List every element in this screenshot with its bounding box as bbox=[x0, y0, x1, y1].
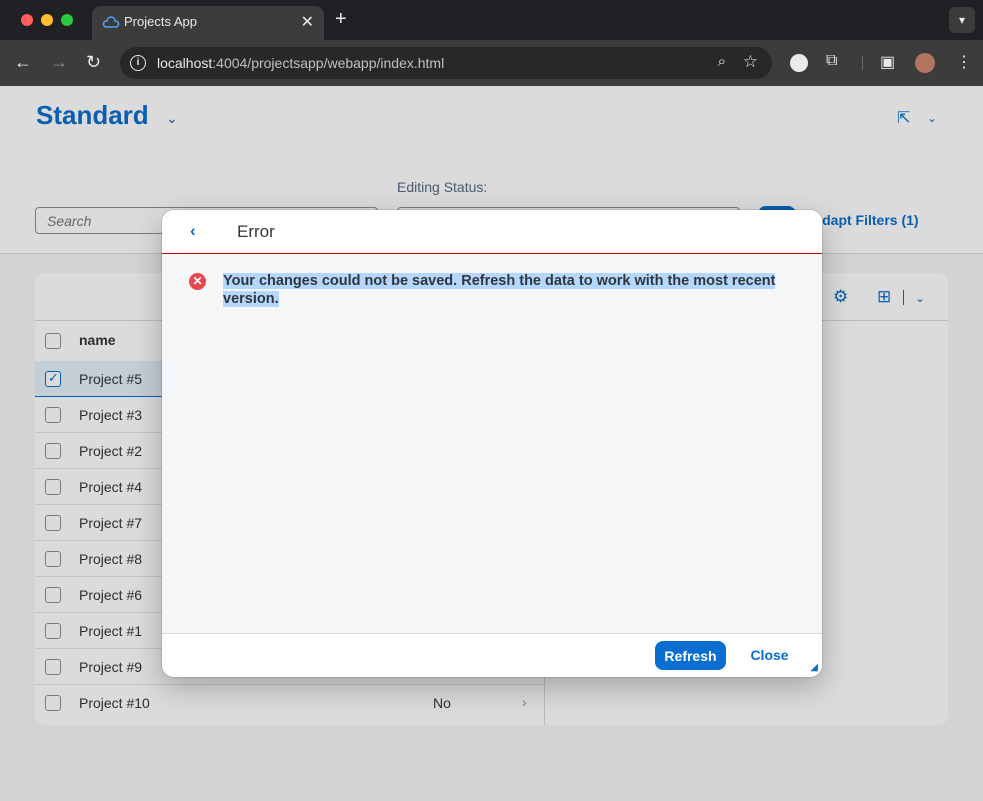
url-text[interactable]: localhost:4004/projectsapp/webapp/index.… bbox=[157, 55, 444, 71]
refresh-button[interactable]: Refresh bbox=[655, 641, 726, 670]
dialog-footer: Refresh Close ◢ bbox=[162, 633, 822, 677]
tab-search-chevron-icon[interactable]: ▾ bbox=[949, 7, 975, 33]
puzzle-extensions-icon[interactable]: ⧉ bbox=[826, 52, 837, 70]
error-icon: ✕ bbox=[189, 273, 206, 290]
new-tab-button[interactable]: + bbox=[335, 8, 347, 31]
back-chevron-icon[interactable]: ‹ bbox=[190, 221, 196, 241]
zoom-icon[interactable]: ⌕ bbox=[718, 53, 726, 70]
back-arrow-icon[interactable]: ← bbox=[14, 52, 32, 73]
minimize-window-button[interactable] bbox=[41, 14, 53, 26]
browser-toolbar: ← → ↻ i localhost:4004/projectsapp/webap… bbox=[0, 40, 983, 86]
error-dialog: ‹ Error ✕ Your changes could not be save… bbox=[162, 210, 822, 677]
browser-titlebar: Projects App ✕ + ▾ bbox=[0, 0, 983, 40]
resize-handle-icon[interactable]: ◢ bbox=[810, 662, 818, 673]
bookmark-star-icon[interactable]: ☆ bbox=[743, 52, 758, 72]
profile-avatar[interactable] bbox=[915, 53, 935, 73]
tab-title: Projects App bbox=[124, 14, 197, 29]
forward-arrow-icon[interactable]: → bbox=[50, 52, 68, 73]
extension-icon[interactable] bbox=[790, 54, 808, 72]
toolbar-divider bbox=[862, 56, 863, 70]
maximize-window-button[interactable] bbox=[61, 14, 73, 26]
address-bar[interactable]: i localhost:4004/projectsapp/webapp/inde… bbox=[120, 47, 772, 79]
reload-icon[interactable]: ↻ bbox=[86, 52, 101, 73]
site-info-icon[interactable]: i bbox=[130, 55, 146, 71]
tab-close-icon[interactable]: ✕ bbox=[301, 12, 314, 32]
dialog-title: Error bbox=[237, 222, 275, 241]
close-window-button[interactable] bbox=[21, 14, 33, 26]
dialog-header: ‹ Error bbox=[162, 210, 822, 254]
side-panel-icon[interactable]: ▣ bbox=[880, 52, 895, 72]
error-state-line bbox=[162, 253, 822, 254]
browser-tab[interactable]: Projects App ✕ bbox=[92, 6, 324, 40]
error-message-text: Your changes could not be saved. Refresh… bbox=[223, 273, 776, 307]
error-message: Your changes could not be saved. Refresh… bbox=[223, 272, 783, 308]
cloud-icon bbox=[102, 16, 120, 28]
more-menu-icon[interactable]: ⋮ bbox=[956, 52, 972, 72]
close-button[interactable]: Close bbox=[742, 641, 797, 670]
